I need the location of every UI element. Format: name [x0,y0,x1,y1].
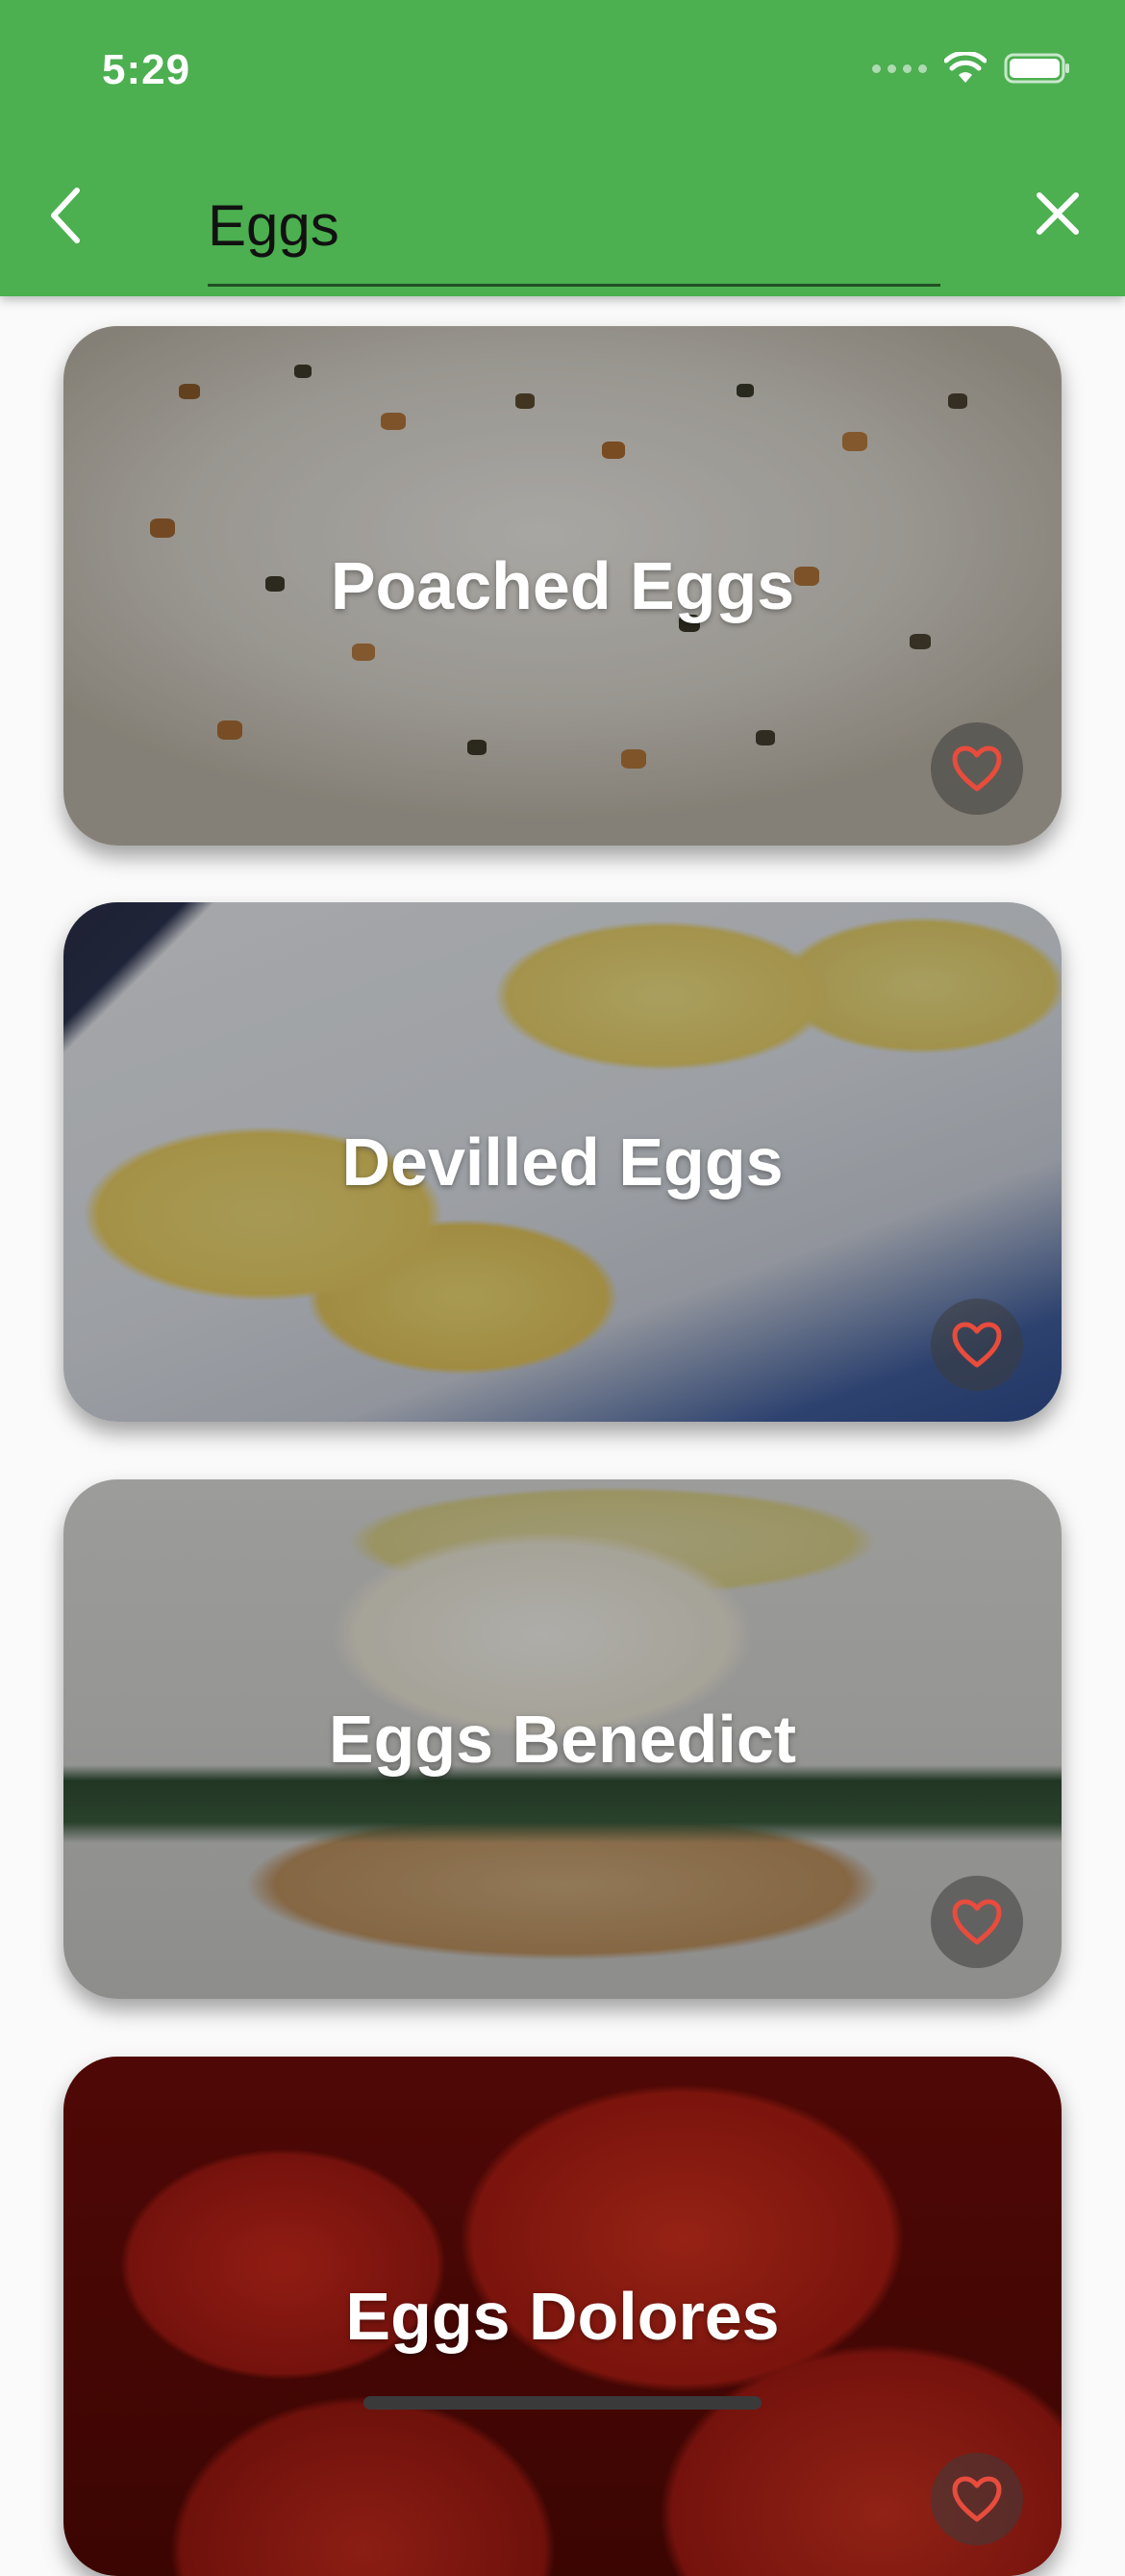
signal-icon [872,63,927,73]
favorite-button[interactable] [931,1876,1023,1968]
wifi-icon [944,52,987,83]
app-bar: 5:29 [0,0,1125,296]
search-field[interactable] [208,169,940,287]
recipe-title: Eggs Dolores [345,2279,780,2354]
recipe-title: Devilled Eggs [341,1124,784,1200]
status-icons [872,52,1071,85]
chevron-left-icon [51,188,80,243]
recipe-card-devilled-eggs[interactable]: Devilled Eggs [63,902,1062,1422]
heart-outline-icon [952,2476,1002,2522]
back-button[interactable] [37,181,94,250]
favorite-button[interactable] [931,1299,1023,1391]
clear-search-button[interactable] [1027,183,1088,244]
favorite-button[interactable] [931,722,1023,815]
recipe-card-poached-eggs[interactable]: Poached Eggs [63,326,1062,846]
recipe-title: Eggs Benedict [328,1702,797,1777]
status-time: 5:29 [102,46,191,93]
close-icon [1037,192,1079,235]
recipe-title: Poached Eggs [330,548,795,623]
home-indicator[interactable] [363,2396,762,2410]
recipe-card-eggs-dolores[interactable]: Eggs Dolores [63,2057,1062,2576]
favorite-button[interactable] [931,2453,1023,2545]
heart-outline-icon [952,1899,1002,1945]
recipe-card-eggs-benedict[interactable]: Eggs Benedict [63,1479,1062,1999]
heart-outline-icon [952,1322,1002,1368]
heart-outline-icon [952,745,1002,792]
battery-icon [1004,53,1069,84]
search-input[interactable] [208,187,940,264]
